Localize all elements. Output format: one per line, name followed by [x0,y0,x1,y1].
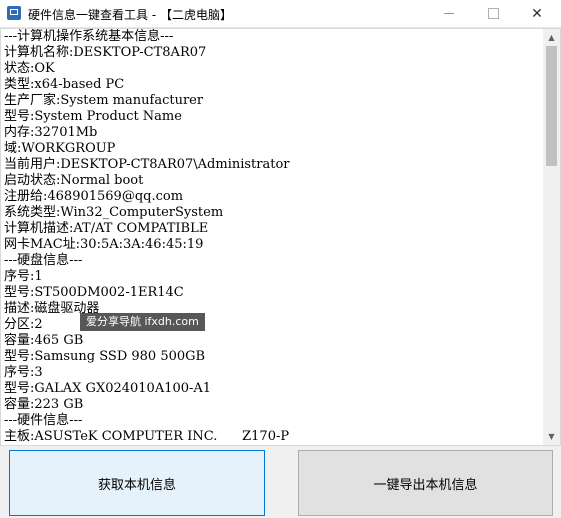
vertical-scrollbar[interactable]: ▲ ▼ [543,29,560,445]
info-line: 系统类型:Win32_ComputerSystem [4,205,224,220]
info-line: 主板:ASUSTeK COMPUTER INC. Z170-P [4,429,290,444]
info-line: 序号:3 [4,365,43,380]
maximize-button[interactable] [471,0,515,27]
info-line: 域:WORKGROUP [4,141,116,156]
minimize-button[interactable] [427,0,471,27]
close-icon: ✕ [531,5,543,22]
info-line: 类型:x64-based PC [4,77,125,92]
info-line: 容量:465 GB [4,333,84,348]
info-line: 容量:223 GB [4,397,84,412]
close-button[interactable]: ✕ [515,0,559,27]
info-line: 型号:GALAX GX024010A100-A1 [4,381,212,396]
scroll-thumb[interactable] [546,46,557,166]
info-line: 生产厂家:System manufacturer [4,93,204,108]
info-text-area[interactable]: ---计算机操作系统基本信息--- 计算机名称:DESKTOP-CT8AR07 状态… [0,28,561,446]
info-line: ---计算机操作系统基本信息--- [4,29,174,44]
info-line: 网卡MAC址:30:5A:3A:46:45:19 [4,237,204,252]
info-line: 启动状态:Normal boot [4,173,144,188]
export-info-button[interactable]: 一键导出本机信息 [298,450,553,516]
maximize-icon [487,8,499,19]
info-line: 型号:ST500DM002-1ER14C [4,285,184,300]
info-line: 序号:1 [4,269,43,284]
info-line: 计算机名称:DESKTOP-CT8AR07 [4,45,207,60]
info-line: 注册给:468901569@qq.com [4,189,184,204]
info-line: 当前用户:DESKTOP-CT8AR07\Administrator [4,157,290,172]
info-line: ---硬件信息--- [4,413,83,428]
window-title: 硬件信息一键查看工具 - 【二虎电脑】 [28,8,232,22]
info-line: 内存:32701Mb [4,125,98,140]
info-line: 计算机描述:AT/AT COMPATIBLE [4,221,209,236]
title-bar: 硬件信息一键查看工具 - 【二虎电脑】 ✕ [0,0,561,28]
info-text-content: ---计算机操作系统基本信息--- 计算机名称:DESKTOP-CT8AR07 状态… [4,29,544,445]
info-line: ---硬盘信息--- [4,253,83,268]
scroll-up-arrow-icon[interactable]: ▲ [543,29,560,46]
watermark-label: 爱分享导航 ifxdh.com [80,313,205,331]
minimize-icon [444,13,454,14]
get-info-button[interactable]: 获取本机信息 [9,450,265,516]
info-line: 型号:System Product Name [4,109,182,124]
info-line: 型号:Samsung SSD 980 500GB [4,349,206,364]
app-icon [7,6,21,20]
scroll-down-arrow-icon[interactable]: ▼ [543,428,560,445]
info-line: 状态:OK [4,61,55,76]
